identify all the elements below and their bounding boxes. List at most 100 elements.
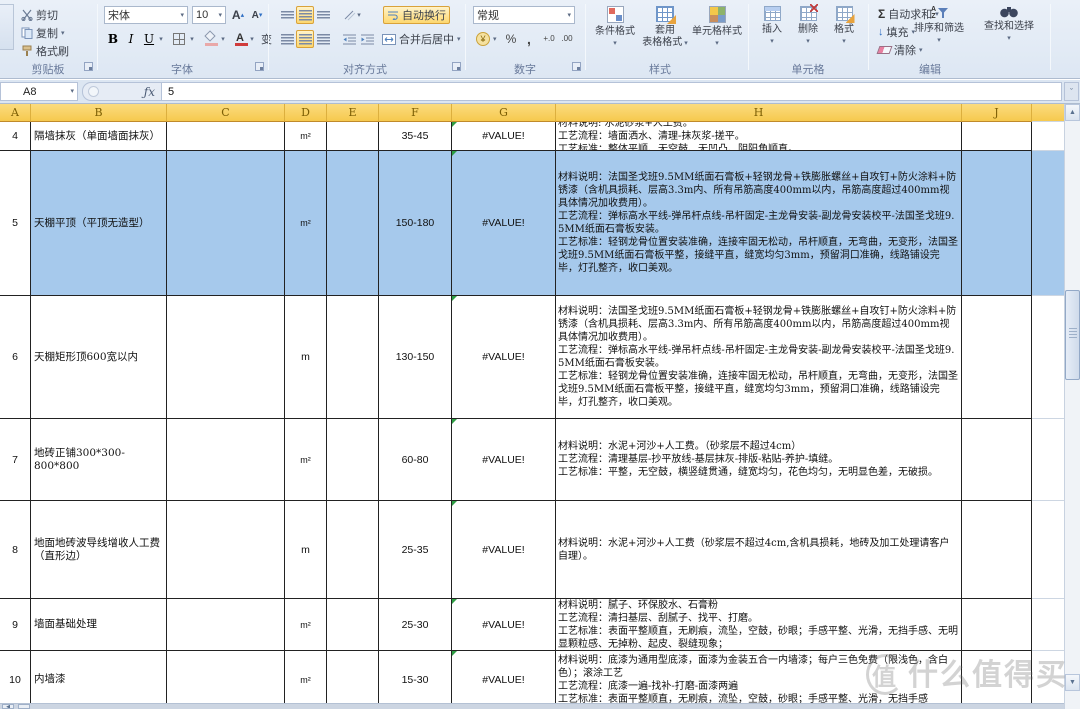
align-left-button[interactable]	[278, 30, 296, 48]
cell-value-error[interactable]: #VALUE!	[452, 296, 556, 419]
column-header-f[interactable]: F	[379, 104, 452, 122]
cell-description[interactable]: 材料说明：法国圣戈班9.5MM纸面石膏板+轻钢龙骨+铁膨胀螺丝+自攻钉+防火涂料…	[556, 296, 962, 419]
cell-empty[interactable]	[962, 501, 1032, 599]
cell-empty[interactable]	[327, 599, 379, 651]
borders-dropdown[interactable]: ▾	[187, 30, 197, 48]
scrollbar-thumb[interactable]	[1065, 290, 1080, 380]
font-color-dropdown[interactable]: ▾	[247, 30, 257, 48]
decrease-decimal-button[interactable]: .00	[558, 30, 576, 48]
sheet-nav-button[interactable]: ◀	[2, 704, 14, 709]
cell-partial[interactable]	[1032, 599, 1064, 651]
name-box[interactable]: A8 ▾	[0, 82, 78, 101]
cell-value-error[interactable]: #VALUE!	[452, 651, 556, 709]
underline-dropdown[interactable]: ▾	[156, 30, 166, 48]
cell-value-error[interactable]: #VALUE!	[452, 501, 556, 599]
phonetic-guide-button[interactable]: 变	[258, 30, 275, 48]
format-cells-button[interactable]: 格式 ▾	[828, 4, 860, 60]
collapse-formula-bar-button[interactable]: ˇ	[1064, 82, 1079, 101]
sheet-tab-partial[interactable]	[18, 704, 30, 709]
column-header-g[interactable]: G	[452, 104, 556, 122]
vertical-scrollbar[interactable]: ▲ ▼	[1064, 104, 1080, 709]
number-dialog-launcher[interactable]	[572, 62, 581, 71]
align-middle-button[interactable]	[296, 6, 314, 24]
cell-unit[interactable]: m²	[285, 122, 327, 151]
cell-empty[interactable]	[167, 122, 285, 151]
fill-color-dropdown[interactable]: ▾	[218, 30, 228, 48]
format-painter-button[interactable]: 格式刷	[18, 42, 72, 60]
cell-styles-button[interactable]: 单元格样式 ▾	[691, 4, 743, 60]
cell-row-number[interactable]: 8	[0, 501, 31, 599]
cell-empty[interactable]	[962, 419, 1032, 501]
copy-button[interactable]: 复制 ▾	[18, 24, 68, 42]
scroll-up-button[interactable]: ▲	[1065, 104, 1080, 121]
font-dialog-launcher[interactable]	[255, 62, 264, 71]
cell-price-range[interactable]: 150-180	[379, 151, 452, 296]
cell-item-name[interactable]: 地砖正铺300*300-800*800	[31, 419, 167, 501]
cell-row-number[interactable]: 7	[0, 419, 31, 501]
column-header-a[interactable]: A	[0, 104, 31, 122]
increase-indent-button[interactable]	[358, 30, 376, 48]
cell-price-range[interactable]: 15-30	[379, 651, 452, 709]
comma-style-button[interactable]: ,	[520, 30, 538, 48]
align-bottom-button[interactable]	[314, 6, 332, 24]
cell-value-error[interactable]: #VALUE!	[452, 599, 556, 651]
increase-decimal-button[interactable]: +.0	[540, 30, 558, 48]
formula-input[interactable]: 5	[162, 82, 1062, 101]
cell-empty[interactable]	[167, 296, 285, 419]
cell-description[interactable]: 材料说明：腻子、环保胶水、石膏粉 工艺流程：清扫基层、刮腻子、找平、打磨。 工艺…	[556, 599, 962, 651]
cell-value-error[interactable]: #VALUE!	[452, 151, 556, 296]
column-header-h[interactable]: H	[556, 104, 962, 122]
cell-value-error[interactable]: #VALUE!	[452, 122, 556, 151]
cell-item-name[interactable]: 内墙漆	[31, 651, 167, 709]
number-format-combo[interactable]: 常规 ▾	[473, 6, 575, 24]
wrap-text-button[interactable]: 自动换行	[383, 6, 450, 24]
cell-description[interactable]: 材料说明：水泥+河沙+人工费。（砂浆层不超过4cm） 工艺流程：清理基层-抄平放…	[556, 419, 962, 501]
cell-empty[interactable]	[962, 296, 1032, 419]
orientation-button[interactable]: ▾	[340, 6, 364, 24]
align-right-button[interactable]	[314, 30, 332, 48]
cell-price-range[interactable]: 60-80	[379, 419, 452, 501]
cell-empty[interactable]	[327, 419, 379, 501]
cell-empty[interactable]	[962, 151, 1032, 296]
cell-unit[interactable]: m²	[285, 151, 327, 296]
cell-description[interactable]: 材料说明：水泥+河沙+人工费（砂浆层不超过4cm,含机具损耗，地砖及加工处理请客…	[556, 501, 962, 599]
cell-unit[interactable]: m	[285, 501, 327, 599]
percent-style-button[interactable]: %	[502, 30, 520, 48]
italic-button[interactable]: I	[122, 30, 140, 48]
font-size-combo[interactable]: 10 ▾	[192, 6, 226, 24]
cell-partial[interactable]	[1032, 419, 1064, 501]
cell-partial[interactable]	[1032, 501, 1064, 599]
cell-empty[interactable]	[327, 651, 379, 709]
cell-price-range[interactable]: 25-35	[379, 501, 452, 599]
column-header-j[interactable]: J	[962, 104, 1032, 122]
paste-button[interactable]	[0, 4, 14, 50]
sheet-tab-strip-partial[interactable]: ◀	[0, 703, 1064, 709]
find-select-button[interactable]: 查找和选择 ▾	[975, 4, 1043, 60]
conditional-formatting-button[interactable]: 条件格式 ▾	[591, 4, 639, 60]
accounting-format-button[interactable]: ¥ ▾	[473, 30, 500, 48]
cell-item-name[interactable]: 天棚平顶（平顶无造型）	[31, 151, 167, 296]
cut-button[interactable]: 剪切	[18, 6, 61, 24]
cell-row-number[interactable]: 4	[0, 122, 31, 151]
cell-empty[interactable]	[167, 501, 285, 599]
cell-partial[interactable]	[1032, 122, 1064, 151]
cell-empty[interactable]	[327, 151, 379, 296]
cell-row-number[interactable]: 9	[0, 599, 31, 651]
cell-empty[interactable]	[327, 296, 379, 419]
cell-unit[interactable]: m²	[285, 651, 327, 709]
cell-row-number[interactable]: 10	[0, 651, 31, 709]
insert-cells-button[interactable]: 插入 ▾	[756, 4, 788, 60]
bold-button[interactable]: B	[104, 30, 122, 48]
merge-center-button[interactable]: 合并后居中 ▾	[379, 30, 464, 48]
column-header-partial[interactable]	[1032, 104, 1064, 122]
cell-item-name[interactable]: 墙面基础处理	[31, 599, 167, 651]
align-center-button[interactable]	[296, 30, 314, 48]
font-name-combo[interactable]: 宋体 ▾	[104, 6, 188, 24]
grow-font-button[interactable]: A▴	[229, 6, 247, 24]
cell-price-range[interactable]: 130-150	[379, 296, 452, 419]
cell-row-number[interactable]: 5	[0, 151, 31, 296]
align-top-button[interactable]	[278, 6, 296, 24]
cell-price-range[interactable]: 25-30	[379, 599, 452, 651]
cell-empty[interactable]	[327, 501, 379, 599]
cell-row-number[interactable]: 6	[0, 296, 31, 419]
